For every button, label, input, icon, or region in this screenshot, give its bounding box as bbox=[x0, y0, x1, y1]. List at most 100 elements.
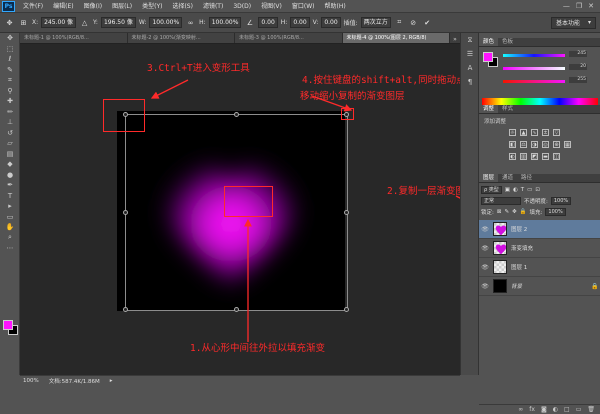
zoom-level[interactable]: 100% bbox=[23, 378, 39, 384]
tab-styles[interactable]: 样式 bbox=[498, 105, 517, 113]
crop-tool-icon[interactable]: ⌗ bbox=[0, 75, 20, 86]
menu-file[interactable]: 文件(F) bbox=[18, 0, 48, 13]
panel-foreground-swatch[interactable] bbox=[483, 52, 493, 62]
lasso-tool-icon[interactable]: ℓ bbox=[0, 54, 20, 65]
layer-row-gradient-fill[interactable]: 👁 渐变填充 bbox=[479, 239, 600, 258]
threshold-icon[interactable]: ◩ bbox=[531, 153, 538, 160]
quick-select-tool-icon[interactable]: ✎ bbox=[0, 65, 20, 76]
foreground-color-swatch[interactable] bbox=[3, 320, 13, 330]
delete-layer-icon[interactable]: 🗑 bbox=[587, 406, 595, 413]
type-tool-icon[interactable]: T bbox=[0, 191, 20, 202]
vibrance-icon[interactable]: ▽ bbox=[553, 129, 560, 136]
lock-transparency-icon[interactable]: ⊠ bbox=[497, 209, 502, 215]
marquee-tool-icon[interactable]: ⬚ bbox=[0, 44, 20, 55]
width-field[interactable]: 100.00% bbox=[149, 17, 183, 28]
history-icon[interactable]: ⧖ bbox=[461, 33, 479, 47]
brush-tool-icon[interactable]: ✏ bbox=[0, 107, 20, 118]
tab-paths[interactable]: 路径 bbox=[517, 174, 536, 182]
blur-tool-icon[interactable]: ◆ bbox=[0, 159, 20, 170]
green-slider[interactable]: 20 bbox=[503, 64, 587, 71]
height-field[interactable]: 100.00% bbox=[208, 17, 242, 28]
new-group-icon[interactable]: □ bbox=[564, 406, 570, 413]
brightness-icon[interactable]: ☼ bbox=[509, 129, 516, 136]
invert-icon[interactable]: ◐ bbox=[509, 153, 516, 160]
visibility-eye-icon[interactable]: 👁 bbox=[479, 264, 491, 271]
shape-tool-icon[interactable]: ▭ bbox=[0, 212, 20, 223]
character-icon[interactable]: A bbox=[461, 61, 479, 75]
adjustment-layer-icon[interactable]: ◐ bbox=[553, 406, 558, 413]
filter-smart-icon[interactable]: ⊡ bbox=[535, 187, 540, 193]
posterize-icon[interactable]: ▥ bbox=[520, 153, 527, 160]
gradient-tool-icon[interactable]: ▤ bbox=[0, 149, 20, 160]
blue-slider[interactable]: 255 bbox=[503, 77, 587, 84]
move-tool-icon[interactable]: ✥ bbox=[0, 33, 20, 44]
chevron-right-icon[interactable]: ▸ bbox=[110, 378, 113, 384]
menu-filter[interactable]: 滤镜(T) bbox=[198, 0, 228, 13]
layer-name[interactable]: 渐变填充 bbox=[511, 244, 600, 252]
layer-kind-filter[interactable]: ρ 类型 bbox=[481, 186, 502, 194]
tab-adjustments[interactable]: 调整 bbox=[479, 105, 499, 113]
menu-image[interactable]: 图像(I) bbox=[79, 0, 107, 13]
gradient-map-icon[interactable]: ▬ bbox=[542, 153, 549, 160]
transform-handle-bottom-left[interactable] bbox=[123, 307, 128, 312]
x-field[interactable]: 245.00 像 bbox=[41, 17, 77, 28]
dodge-tool-icon[interactable]: ● bbox=[0, 170, 20, 181]
close-icon[interactable]: ✕ bbox=[588, 2, 594, 10]
menu-view[interactable]: 视图(V) bbox=[256, 0, 287, 13]
link-layers-icon[interactable]: ∞ bbox=[518, 406, 523, 413]
angle-field[interactable]: 0.00 bbox=[258, 17, 278, 28]
tab-layers[interactable]: 图层 bbox=[479, 174, 499, 182]
color-lookup-icon[interactable]: ▦ bbox=[564, 141, 571, 148]
green-value[interactable]: 20 bbox=[569, 64, 587, 70]
filter-type-icon[interactable]: T bbox=[521, 187, 524, 193]
levels-icon[interactable]: ▲ bbox=[520, 129, 527, 136]
blend-mode-select[interactable]: 正常 bbox=[481, 197, 521, 205]
clone-stamp-tool-icon[interactable]: ⊥ bbox=[0, 117, 20, 128]
properties-icon[interactable]: ☰ bbox=[461, 47, 479, 61]
filter-shape-icon[interactable]: ▭ bbox=[527, 187, 532, 193]
menu-layer[interactable]: 图层(L) bbox=[107, 0, 137, 13]
transform-tool-icon[interactable]: ✥ bbox=[4, 17, 15, 28]
cancel-transform-icon[interactable]: ⊘ bbox=[408, 17, 419, 28]
hand-tool-icon[interactable]: ✋ bbox=[0, 222, 20, 233]
layer-style-icon[interactable]: fx bbox=[529, 406, 535, 413]
minimize-icon[interactable]: — bbox=[563, 2, 570, 10]
red-slider[interactable]: 245 bbox=[503, 51, 587, 58]
pen-tool-icon[interactable]: ✒ bbox=[0, 180, 20, 191]
edit-toolbar-icon[interactable]: ⋯ bbox=[0, 243, 20, 254]
tab-color[interactable]: 颜色 bbox=[479, 38, 499, 46]
history-brush-tool-icon[interactable]: ↺ bbox=[0, 128, 20, 139]
transform-handle-top[interactable] bbox=[234, 112, 239, 117]
eraser-tool-icon[interactable]: ▱ bbox=[0, 138, 20, 149]
path-select-tool-icon[interactable]: ▸ bbox=[0, 201, 20, 212]
y-field[interactable]: 196.50 像 bbox=[100, 17, 136, 28]
restore-icon[interactable]: ❐ bbox=[576, 2, 582, 10]
commit-transform-icon[interactable]: ✔ bbox=[422, 17, 433, 28]
curves-icon[interactable]: ∿ bbox=[531, 129, 538, 136]
eyedropper-tool-icon[interactable]: ⚲ bbox=[0, 86, 20, 97]
warp-icon[interactable]: ⌗ bbox=[394, 17, 405, 28]
v-skew-field[interactable]: 0.00 bbox=[321, 17, 341, 28]
link-icon[interactable]: ∞ bbox=[185, 17, 196, 28]
opacity-field[interactable]: 100% bbox=[550, 197, 572, 205]
h-skew-field[interactable]: 0.00 bbox=[290, 17, 310, 28]
photo-filter-icon[interactable]: ◎ bbox=[542, 141, 549, 148]
transform-handle-right[interactable] bbox=[344, 210, 349, 215]
tab-swatches[interactable]: 色板 bbox=[498, 38, 517, 46]
tab-document-4[interactable]: 未标题-4 @ 100%(图层 2, RGB/8) bbox=[342, 33, 450, 43]
layer-name[interactable]: 图层 1 bbox=[511, 263, 600, 271]
menu-edit[interactable]: 编辑(E) bbox=[48, 0, 78, 13]
menu-3d[interactable]: 3D(D) bbox=[228, 0, 256, 13]
blue-value[interactable]: 255 bbox=[569, 77, 587, 83]
zoom-tool-icon[interactable]: ⌕ bbox=[0, 233, 20, 244]
tab-overflow-icon[interactable]: » bbox=[450, 36, 460, 43]
tab-channels[interactable]: 通道 bbox=[498, 174, 517, 182]
transform-handle-bottom[interactable] bbox=[234, 307, 239, 312]
layer-row-layer2[interactable]: 👁 图层 2 bbox=[479, 220, 600, 239]
color-balance-icon[interactable]: ⚖ bbox=[520, 141, 527, 148]
red-value[interactable]: 245 bbox=[569, 51, 587, 57]
channel-mixer-icon[interactable]: ⊕ bbox=[553, 141, 560, 148]
menu-select[interactable]: 选择(S) bbox=[167, 0, 198, 13]
menu-window[interactable]: 窗口(W) bbox=[287, 0, 320, 13]
layer-name[interactable]: 图层 2 bbox=[511, 225, 600, 233]
